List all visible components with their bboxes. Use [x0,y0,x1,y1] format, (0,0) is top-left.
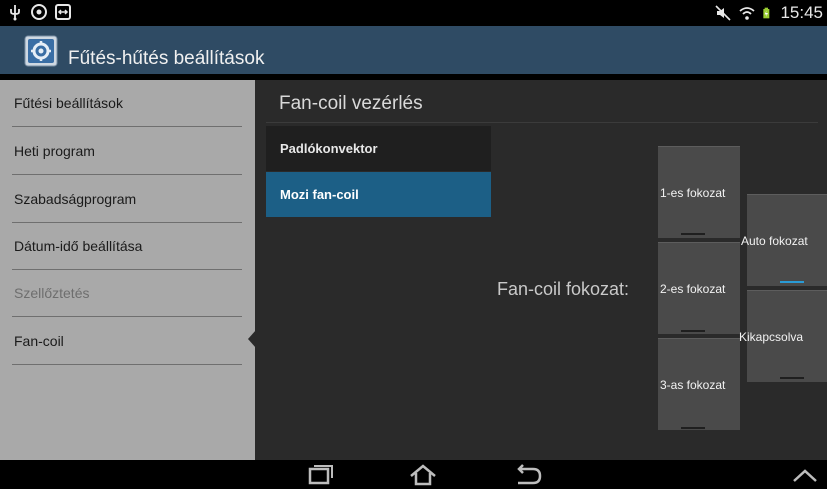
device-list: Padlókonvektor Mozi fan-coil [266,126,491,218]
auto-level-indicator [780,281,804,283]
level-1-button[interactable]: 1-es fokozat [658,146,740,238]
off-level-button[interactable]: Kikapcsolva [739,290,827,382]
page-title: Fan-coil vezérlés [279,93,423,114]
level-1-label: 1-es fokozat [660,186,726,200]
sidebar-item-szelloztetes: Szellőztetés [12,270,242,317]
sidebar-item-datum-ido[interactable]: Dátum-idő beállítása [12,223,242,270]
off-level-label: Kikapcsolva [739,330,804,344]
level-2-button[interactable]: 2-es fokozat [658,242,740,334]
back-icon[interactable] [513,463,543,487]
sidebar-item-szabadsagprogram[interactable]: Szabadságprogram [12,176,242,223]
level-2-label: 2-es fokozat [660,282,726,296]
eye-icon [31,4,47,20]
auto-level-label: Auto fokozat [741,234,808,248]
sidebar-item-heti-program[interactable]: Heti program [12,128,242,175]
sidebar-item-fan-coil[interactable]: Fan-coil [12,318,242,365]
navigation-bar [0,460,827,489]
level-3-indicator [681,427,705,429]
level-2-indicator [681,330,705,332]
device-item-mozi-fan-coil[interactable]: Mozi fan-coil [266,172,491,217]
off-level-indicator [780,377,804,379]
remote-icon [55,4,71,20]
chevron-up-icon[interactable] [790,463,820,487]
mute-icon [715,5,732,21]
wifi-icon [739,7,756,20]
clock: 15:45 [780,3,823,22]
level-1-indicator [681,233,705,235]
title-divider [266,122,818,123]
level-3-label: 3-as fokozat [660,378,726,392]
level-3-button[interactable]: 3-as fokozat [658,338,740,430]
sidebar: Fűtési beállítások Heti program Szabadsá… [0,80,255,460]
device-item-padlokonvektor[interactable]: Padlókonvektor [266,126,491,171]
recent-apps-icon[interactable] [305,463,335,487]
usb-icon [10,5,20,21]
home-icon[interactable] [408,463,438,487]
app-title: Fűtés-hűtés beállítások [68,48,265,69]
fan-level-label: Fan-coil fokozat: [497,279,630,299]
battery-icon [763,7,770,19]
settings-app-icon[interactable] [24,35,58,67]
sidebar-item-futesi-beallitasok[interactable]: Fűtési beállítások [12,80,242,127]
status-bar: 15:45 [0,0,827,26]
auto-level-button[interactable]: Auto fokozat [741,194,827,286]
